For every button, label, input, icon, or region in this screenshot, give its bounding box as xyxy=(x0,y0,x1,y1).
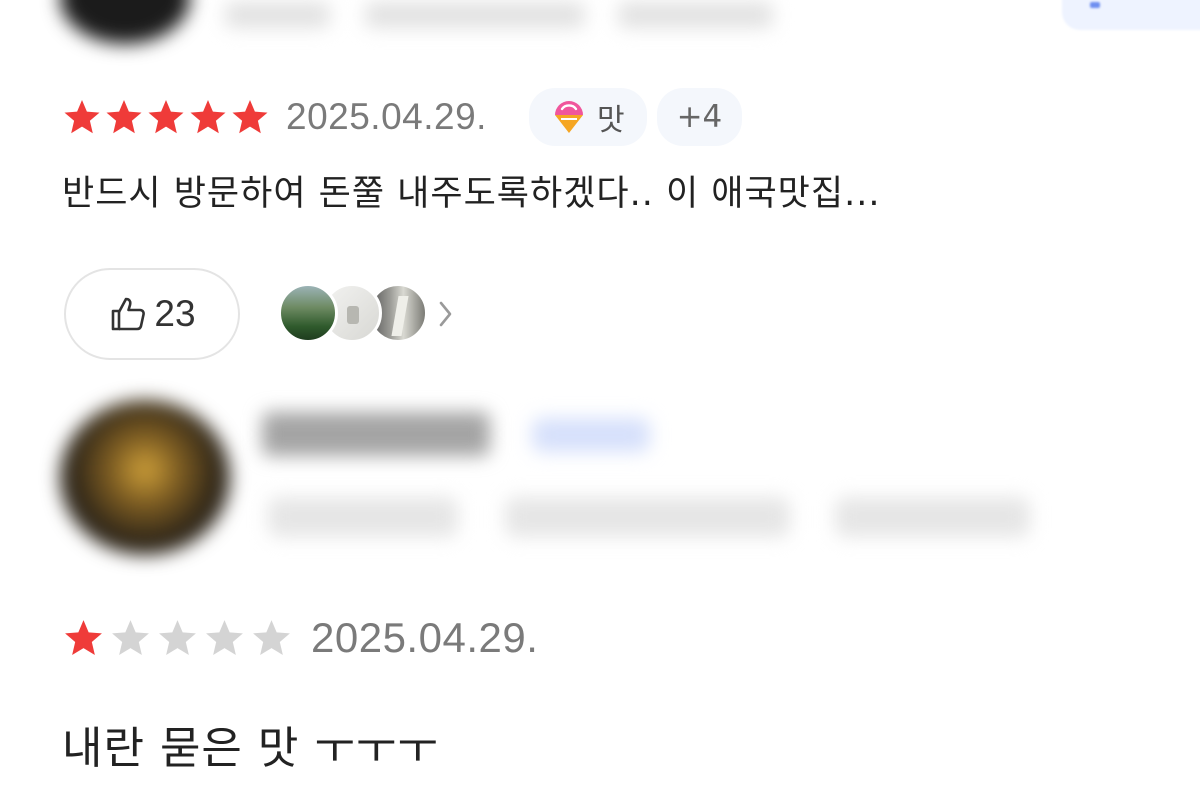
reviewer-avatar[interactable] xyxy=(60,400,230,555)
like-button[interactable]: 23 xyxy=(64,268,240,360)
reviewer-meta-redacted xyxy=(268,497,458,537)
review-photos[interactable] xyxy=(278,283,478,347)
reviewer-meta-redacted xyxy=(618,2,773,28)
reviewer-meta-redacted xyxy=(225,2,330,28)
review-list: 2025.04.29. 맛 +4 반드시 방문하여 돈쭐 내주도록하겠다.. 이… xyxy=(0,0,1200,800)
star-rating xyxy=(62,618,297,658)
taste-tag-chip[interactable]: 맛 xyxy=(528,88,647,146)
reviewer-meta-redacted xyxy=(835,497,1030,537)
chevron-right-icon[interactable] xyxy=(436,295,456,333)
photo-detail xyxy=(347,306,359,324)
follow-button[interactable] xyxy=(1062,0,1200,30)
reviewer-meta-redacted xyxy=(365,2,585,28)
reviewer-badge-redacted xyxy=(532,418,650,452)
star-empty-icon xyxy=(159,620,196,656)
photo-thumbnail[interactable] xyxy=(278,283,338,343)
star-filled-icon xyxy=(64,100,100,134)
follow-glyph xyxy=(1090,2,1100,8)
star-filled-icon xyxy=(190,100,226,134)
review-date: 2025.04.29. xyxy=(311,614,539,661)
star-filled-icon xyxy=(106,100,142,134)
taste-tag-label: 맛 xyxy=(596,103,625,138)
thumbs-up-icon xyxy=(112,297,146,331)
star-filled-icon xyxy=(65,620,102,656)
reviewer-meta-redacted xyxy=(505,497,790,537)
review-1-rating-row: 2025.04.29. 맛 +4 xyxy=(62,88,743,146)
reviewer-name-redacted[interactable] xyxy=(262,412,490,456)
taste-tag-icon xyxy=(554,101,583,133)
like-count: 23 xyxy=(154,293,196,334)
review-date: 2025.04.29. xyxy=(286,96,487,137)
review-2-rating-row: 2025.04.29. xyxy=(62,614,538,662)
star-filled-icon xyxy=(232,100,268,134)
review-text[interactable]: 내란 묻은 맛 ㅜㅜㅜ xyxy=(62,712,439,776)
star-empty-icon xyxy=(112,620,149,656)
star-empty-icon xyxy=(253,620,290,656)
review-text[interactable]: 반드시 방문하여 돈쭐 내주도록하겠다.. 이 애국맛집... xyxy=(62,165,880,216)
more-tags-chip[interactable]: +4 xyxy=(656,88,743,146)
star-empty-icon xyxy=(206,620,243,656)
star-rating xyxy=(62,98,272,136)
photo-detail xyxy=(391,296,409,336)
reviewer-avatar-top[interactable] xyxy=(60,0,190,44)
star-filled-icon xyxy=(148,100,184,134)
